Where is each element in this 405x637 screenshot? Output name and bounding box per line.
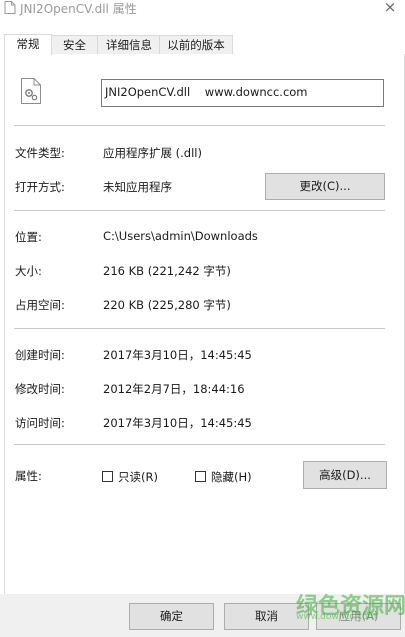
size-label: 大小: (15, 264, 42, 278)
tab-security[interactable]: 安全 (50, 35, 99, 54)
location-label: 位置: (15, 230, 42, 244)
separator (14, 125, 385, 126)
size-on-disk-value: 220 KB (225,280 字节) (103, 298, 231, 312)
modified-label: 修改时间: (15, 382, 65, 396)
created-value: 2017年3月10日，14:45:45 (103, 348, 252, 362)
size-on-disk-label: 占用空间: (15, 298, 65, 312)
accessed-label: 访问时间: (15, 416, 65, 430)
close-button[interactable]: × (375, 0, 405, 16)
separator (14, 328, 385, 329)
location-value: C:\Users\admin\Downloads (103, 229, 258, 243)
separator (14, 210, 385, 211)
file-type-value: 应用程序扩展 (.dll) (103, 146, 202, 160)
file-name-input[interactable]: JNI2OpenCV.dll www.downcc.com (101, 79, 384, 107)
watermark-url: www.downcc.com (296, 612, 377, 622)
opens-with-value: 未知应用程序 (103, 180, 172, 194)
accessed-value: 2017年3月10日，14:45:45 (103, 416, 252, 430)
file-type-label: 文件类型: (15, 146, 65, 160)
properties-window: JNI2OpenCV.dll 属性 × 常规 安全 详细信息 以前的版本 JNI… (0, 0, 405, 637)
readonly-checkbox-label[interactable]: 只读(R) (118, 469, 158, 485)
attributes-label: 属性: (15, 469, 42, 483)
created-label: 创建时间: (15, 348, 65, 362)
modified-value: 2012年2月7日，18:44:16 (103, 382, 245, 396)
advanced-button[interactable]: 高级(D)... (303, 461, 387, 489)
separator (14, 444, 385, 445)
hidden-checkbox[interactable] (195, 471, 206, 482)
tab-panel (4, 54, 405, 595)
tab-details[interactable]: 详细信息 (97, 35, 161, 54)
tab-general[interactable]: 常规 (4, 34, 52, 55)
title-bar[interactable]: JNI2OpenCV.dll 属性 × (0, 0, 405, 16)
change-button[interactable]: 更改(C)... (265, 173, 385, 200)
opens-with-label: 打开方式: (15, 180, 65, 194)
window-title: JNI2OpenCV.dll 属性 (20, 2, 137, 16)
ok-button[interactable]: 确定 (129, 603, 214, 630)
tab-previous-versions[interactable]: 以前的版本 (159, 35, 233, 54)
readonly-checkbox[interactable] (102, 471, 113, 482)
file-icon-small (4, 1, 16, 14)
tab-strip: 常规 安全 详细信息 以前的版本 (4, 34, 404, 55)
dll-file-icon (20, 78, 42, 104)
hidden-checkbox-label[interactable]: 隐藏(H) (211, 469, 252, 485)
size-value: 216 KB (221,242 字节) (103, 264, 231, 278)
